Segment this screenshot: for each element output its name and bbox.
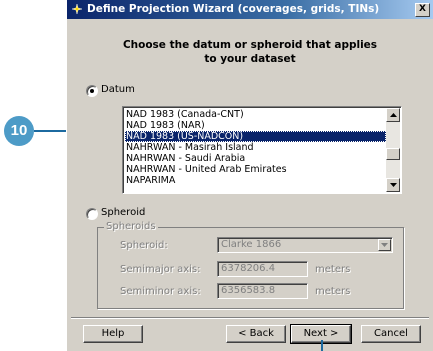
arrow-up-icon xyxy=(390,113,397,117)
close-icon: X xyxy=(419,4,426,14)
title-bar[interactable]: Define Projection Wizard (coverages, gri… xyxy=(67,0,433,19)
spheroid-radio-label: Spheroid xyxy=(101,207,146,218)
chevron-down-icon xyxy=(381,243,388,247)
close-button[interactable]: X xyxy=(415,3,430,17)
semimajor-input[interactable]: 6378206.4 xyxy=(217,261,308,277)
step-callout: 10 xyxy=(4,116,34,146)
page-heading: Choose the datum or spheroid that applie… xyxy=(67,38,433,66)
semiminor-label: Semiminor axis: xyxy=(120,286,201,297)
button-separator xyxy=(71,317,429,319)
spheroid-radio[interactable] xyxy=(86,208,98,220)
scroll-up-button[interactable] xyxy=(386,108,400,122)
spheroid-field-label: Spheroid: xyxy=(120,240,168,251)
spheroids-group-title: Spheroids xyxy=(104,221,158,232)
list-item[interactable]: NAPARIMA xyxy=(125,175,386,186)
semiminor-input[interactable]: 6356583.8 xyxy=(217,283,308,299)
scroll-thumb[interactable] xyxy=(386,148,400,160)
list-item[interactable]: NAHRWAN - Masirah Island xyxy=(125,142,386,153)
heading-line-2: to your dataset xyxy=(204,53,296,65)
datum-listbox[interactable]: NAD 1983 (Canada-CNT) NAD 1983 (NAR) NAD… xyxy=(122,106,402,194)
window-title: Define Projection Wizard (coverages, gri… xyxy=(87,3,380,15)
scroll-down-button[interactable] xyxy=(386,178,400,192)
next-pointer-line xyxy=(321,340,323,351)
datum-label: Datum xyxy=(101,84,135,95)
list-item-selected[interactable]: NAD 1983 (US-NADCON) xyxy=(125,131,386,142)
list-item[interactable]: NAHRWAN - United Arab Emirates xyxy=(125,164,386,175)
list-item[interactable]: NAHRWAN - Saudi Arabia xyxy=(125,153,386,164)
spheroid-dropdown-button[interactable] xyxy=(378,239,391,251)
semimajor-unit: meters xyxy=(315,264,351,275)
heading-line-1: Choose the datum or spheroid that applie… xyxy=(122,39,378,51)
spheroids-group: Spheroids Spheroid: Clarke 1866 Semimajo… xyxy=(97,221,404,309)
spheroid-select[interactable]: Clarke 1866 xyxy=(217,237,393,253)
cancel-button[interactable]: Cancel xyxy=(361,325,421,343)
listbox-scrollbar[interactable] xyxy=(386,108,400,192)
list-item[interactable]: NAD 1983 (NAR) xyxy=(125,120,386,131)
arrow-down-icon xyxy=(390,183,397,187)
help-button[interactable]: Help xyxy=(83,325,143,343)
define-projection-dialog: Define Projection Wizard (coverages, gri… xyxy=(66,0,433,351)
wizard-icon xyxy=(71,3,83,15)
back-button[interactable]: < Back xyxy=(226,325,286,343)
radio-selected-dot xyxy=(90,89,94,93)
semimajor-label: Semimajor axis: xyxy=(120,264,201,275)
datum-radio[interactable] xyxy=(86,85,98,97)
list-item[interactable]: NAD 1983 (Canada-CNT) xyxy=(125,109,386,120)
spheroid-select-value: Clarke 1866 xyxy=(221,239,282,250)
semiminor-unit: meters xyxy=(315,286,351,297)
